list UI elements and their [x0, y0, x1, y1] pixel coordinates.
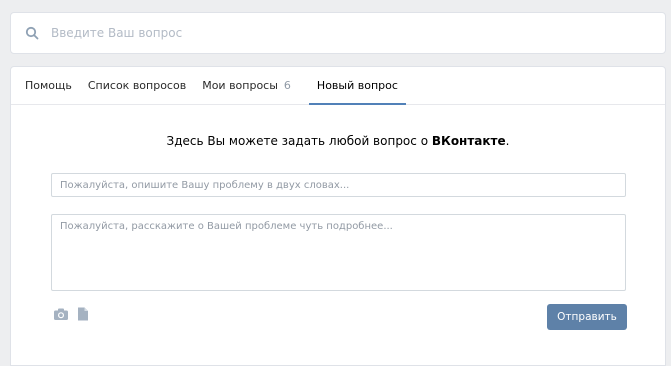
details-field[interactable]: [51, 214, 626, 291]
subject-field[interactable]: [51, 173, 626, 197]
tab-label: Список вопросов: [87, 79, 187, 92]
tab-my-questions[interactable]: Мои вопросы 6: [202, 67, 299, 104]
brand-name: ВКонтакте: [431, 134, 506, 148]
new-question-panel: Помощь Список вопросов Мои вопросы 6 Нов…: [10, 66, 666, 366]
tab-label: Новый вопрос: [316, 79, 398, 92]
tab-label: Помощь: [25, 79, 72, 92]
tab-bar: Помощь Список вопросов Мои вопросы 6 Нов…: [11, 67, 665, 105]
search-input[interactable]: [51, 26, 611, 40]
intro-text: Здесь Вы можете задать любой вопрос о ВК…: [11, 134, 665, 148]
tab-questions-list[interactable]: Список вопросов: [88, 67, 194, 104]
document-icon[interactable]: [75, 307, 91, 321]
camera-icon[interactable]: [53, 307, 69, 321]
intro-lead: Здесь Вы можете задать любой вопрос о: [166, 134, 432, 148]
tab-help[interactable]: Помощь: [25, 67, 80, 104]
submit-button[interactable]: Отправить: [547, 304, 627, 330]
tab-label: Мои вопросы: [202, 79, 278, 92]
search-bar[interactable]: [10, 12, 666, 54]
intro-suffix: .: [505, 134, 510, 148]
tab-new-question[interactable]: Новый вопрос: [308, 67, 406, 105]
questions-count-badge: 6: [283, 79, 291, 92]
search-icon: [25, 26, 39, 40]
